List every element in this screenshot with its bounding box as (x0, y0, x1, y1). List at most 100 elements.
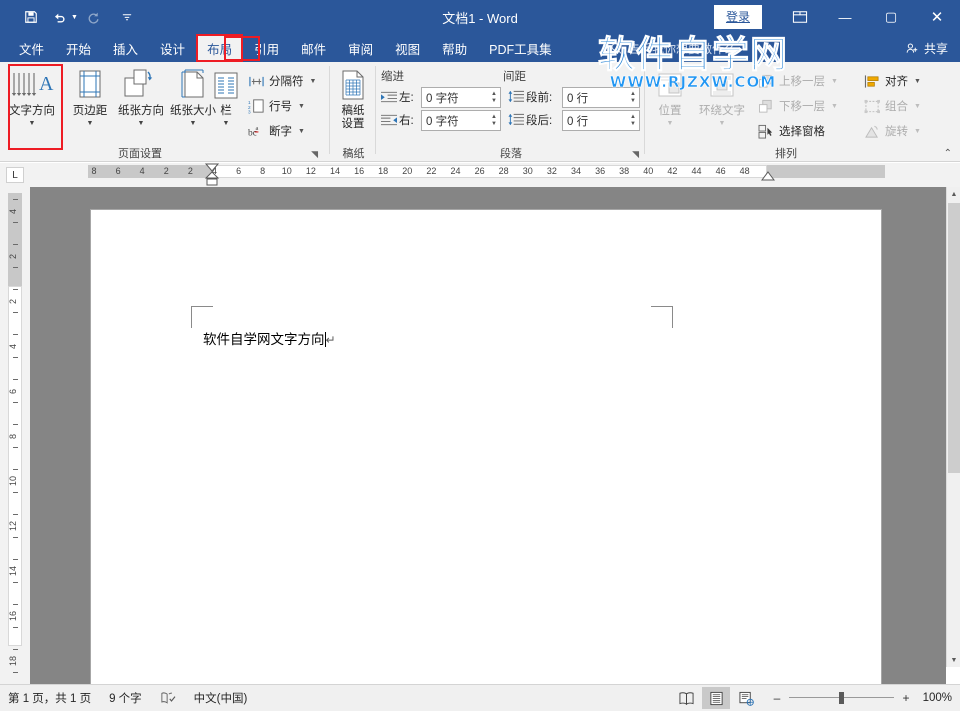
group-label-paragraph: 段落 (377, 145, 645, 161)
ribbon-display-options-icon[interactable] (778, 0, 822, 34)
align-button[interactable]: 对齐 ▼ (864, 70, 921, 92)
rotate-icon (864, 123, 881, 140)
selection-pane-button[interactable]: 选择窗格 (758, 120, 825, 142)
hyphenation-button[interactable]: bca 断字 ▼ (248, 120, 305, 142)
zoom-control[interactable]: – + 100% (772, 691, 952, 705)
indent-right-spinner[interactable]: ▲▼ (487, 111, 500, 130)
tab-view[interactable]: 视图 (384, 34, 431, 62)
spacing-after-icon (508, 113, 524, 127)
tab-references[interactable]: 引用 (243, 34, 290, 62)
word-count[interactable]: 9 个字 (109, 690, 142, 706)
page-setup-dialog-launcher[interactable]: ◥ (311, 149, 318, 160)
web-layout-button[interactable] (732, 687, 760, 709)
align-dropdown-caret[interactable]: ▼ (914, 78, 921, 85)
ruler-tick (13, 447, 18, 448)
ruler-number: 48 (738, 164, 752, 179)
tab-insert[interactable]: 插入 (102, 34, 149, 62)
indent-right-icon (381, 113, 397, 127)
tab-layout[interactable]: 布局 (196, 34, 243, 62)
scroll-thumb[interactable] (948, 203, 960, 473)
print-layout-button[interactable] (702, 687, 730, 709)
line-numbers-button[interactable]: 123 行号 ▼ (248, 95, 305, 117)
indent-right-value: 0 字符 (422, 113, 487, 129)
vertical-ruler[interactable]: 4224681012141618 (0, 187, 30, 684)
spacing-before-spinner[interactable]: ▲▼ (626, 88, 639, 107)
sign-in-button[interactable]: 登录 (714, 5, 762, 29)
document-body-text[interactable]: 软件自学网文字方向↵ (203, 328, 336, 348)
tab-pdf-tools[interactable]: PDF工具集 (478, 34, 563, 62)
vertical-scrollbar[interactable]: ▲ ▼ (946, 187, 960, 667)
language-indicator[interactable]: 中文(中国) (194, 690, 248, 706)
hyphenation-dropdown-caret[interactable]: ▼ (298, 128, 305, 135)
line-numbers-dropdown-caret[interactable]: ▼ (298, 103, 305, 110)
maximize-button[interactable]: ▢ (868, 0, 914, 34)
bring-forward-label: 上移一层 (779, 73, 825, 89)
orientation-button[interactable]: 纸张方向 ▼ (113, 66, 169, 127)
tab-mailings[interactable]: 邮件 (290, 34, 337, 62)
right-indent-marker[interactable] (760, 171, 776, 183)
group-icon (864, 98, 881, 115)
spacing-after-spinner[interactable]: ▲▼ (626, 111, 639, 130)
zoom-slider[interactable] (789, 692, 894, 704)
document-page[interactable]: 软件自学网文字方向↵ (90, 209, 882, 684)
proofing-check-icon[interactable] (160, 691, 176, 705)
collapse-ribbon-button[interactable]: ⌃ (944, 148, 952, 159)
text-direction-button[interactable]: A 文字方向 ▼ (4, 66, 60, 127)
ruler-number: 38 (617, 164, 631, 179)
scroll-down-arrow[interactable]: ▼ (947, 653, 960, 667)
ribbon: A 文字方向 ▼ 页边距 ▼ (0, 62, 960, 162)
first-line-indent-marker[interactable] (204, 163, 220, 187)
align-icon (864, 73, 881, 90)
columns-dropdown-caret[interactable]: ▼ (223, 120, 230, 127)
zoom-slider-thumb[interactable] (839, 692, 844, 704)
columns-button[interactable]: 栏 ▼ (208, 66, 244, 127)
selection-pane-label: 选择窗格 (779, 123, 825, 139)
paper-size-dropdown-caret[interactable]: ▼ (190, 120, 197, 127)
indent-left-spinner[interactable]: ▲▼ (487, 88, 500, 107)
manuscript-settings-button[interactable]: 稿纸 设置 (327, 66, 379, 131)
ruler-tick (13, 222, 18, 223)
document-canvas[interactable]: 软件自学网文字方向↵ (30, 187, 946, 684)
rotate-dropdown-caret: ▼ (914, 128, 921, 135)
horizontal-ruler[interactable]: 8642246810121416182022242628303234363840… (30, 163, 960, 187)
margins-button[interactable]: 页边距 ▼ (62, 66, 118, 127)
tab-design[interactable]: 设计 (149, 34, 196, 62)
scroll-up-arrow[interactable]: ▲ (947, 187, 960, 201)
columns-label: 栏 (220, 105, 232, 118)
bring-forward-button: 上移一层 ▼ (758, 70, 838, 92)
margins-label: 页边距 (73, 105, 108, 118)
breaks-button[interactable]: 分隔符 ▼ (248, 70, 316, 92)
tab-stop-selector-icon[interactable]: L (6, 167, 24, 183)
breaks-dropdown-caret[interactable]: ▼ (310, 78, 317, 85)
page-indicator[interactable]: 第 1 页，共 1 页 (8, 690, 91, 706)
position-label: 位置 (659, 105, 682, 118)
zoom-level-label[interactable]: 100% (918, 692, 952, 704)
minimize-button[interactable]: — (822, 0, 868, 34)
manuscript-settings-label-line1: 稿纸 (342, 105, 365, 118)
svg-text:A: A (39, 73, 54, 95)
ruler-tick (13, 244, 18, 245)
align-label: 对齐 (885, 73, 908, 89)
share-person-icon (905, 42, 919, 55)
tell-me-search[interactable]: 告诉我你想要做什么 (610, 34, 736, 62)
spacing-before-input[interactable]: 0 行 ▲▼ (562, 87, 640, 108)
tab-home[interactable]: 开始 (55, 34, 102, 62)
tab-file[interactable]: 文件 (8, 34, 55, 62)
ruler-tick (13, 559, 18, 560)
share-button[interactable]: 共享 (905, 34, 948, 62)
spacing-before-icon (508, 90, 524, 104)
close-button[interactable]: ✕ (914, 0, 960, 34)
indent-left-input[interactable]: 0 字符 ▲▼ (421, 87, 501, 108)
position-dropdown-caret: ▼ (667, 120, 674, 127)
zoom-in-button[interactable]: + (901, 691, 911, 705)
zoom-out-button[interactable]: – (772, 691, 782, 705)
tab-help[interactable]: 帮助 (431, 34, 478, 62)
tab-review[interactable]: 审阅 (337, 34, 384, 62)
orientation-dropdown-caret[interactable]: ▼ (138, 120, 145, 127)
margins-dropdown-caret[interactable]: ▼ (87, 120, 94, 127)
read-mode-button[interactable] (672, 687, 700, 709)
ruler-corner[interactable]: L (0, 163, 30, 187)
spacing-after-input[interactable]: 0 行 ▲▼ (562, 110, 640, 131)
indent-right-input[interactable]: 0 字符 ▲▼ (421, 110, 501, 131)
text-direction-dropdown-caret[interactable]: ▼ (29, 120, 36, 127)
